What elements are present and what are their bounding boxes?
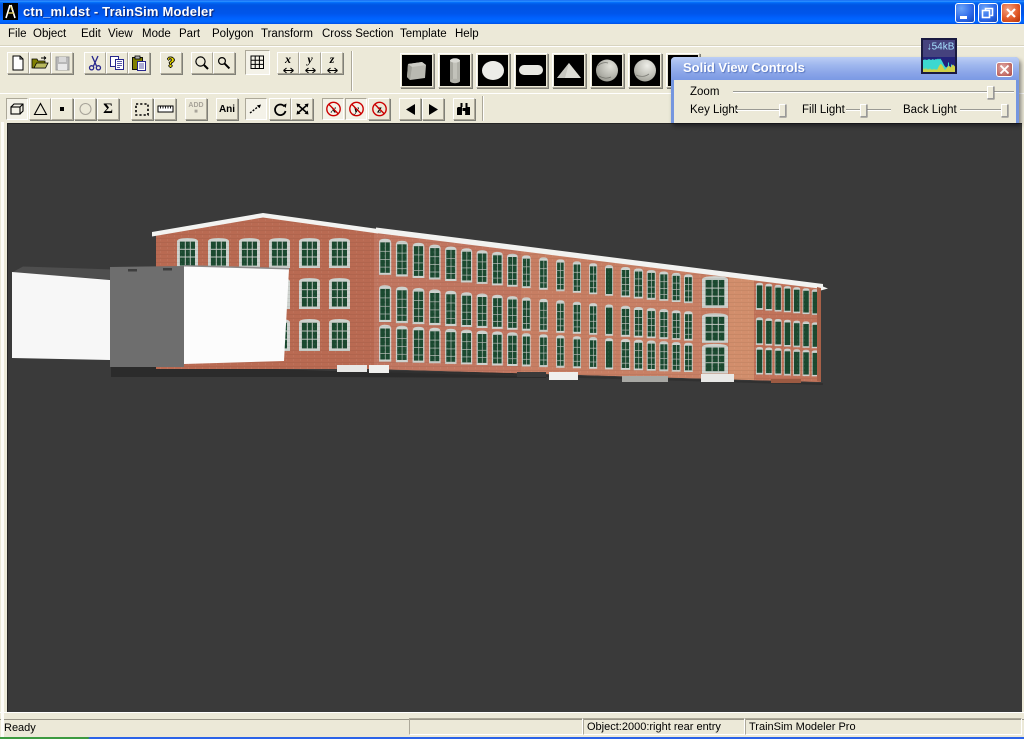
svg-text:↓54kB: ↓54kB bbox=[927, 42, 955, 53]
